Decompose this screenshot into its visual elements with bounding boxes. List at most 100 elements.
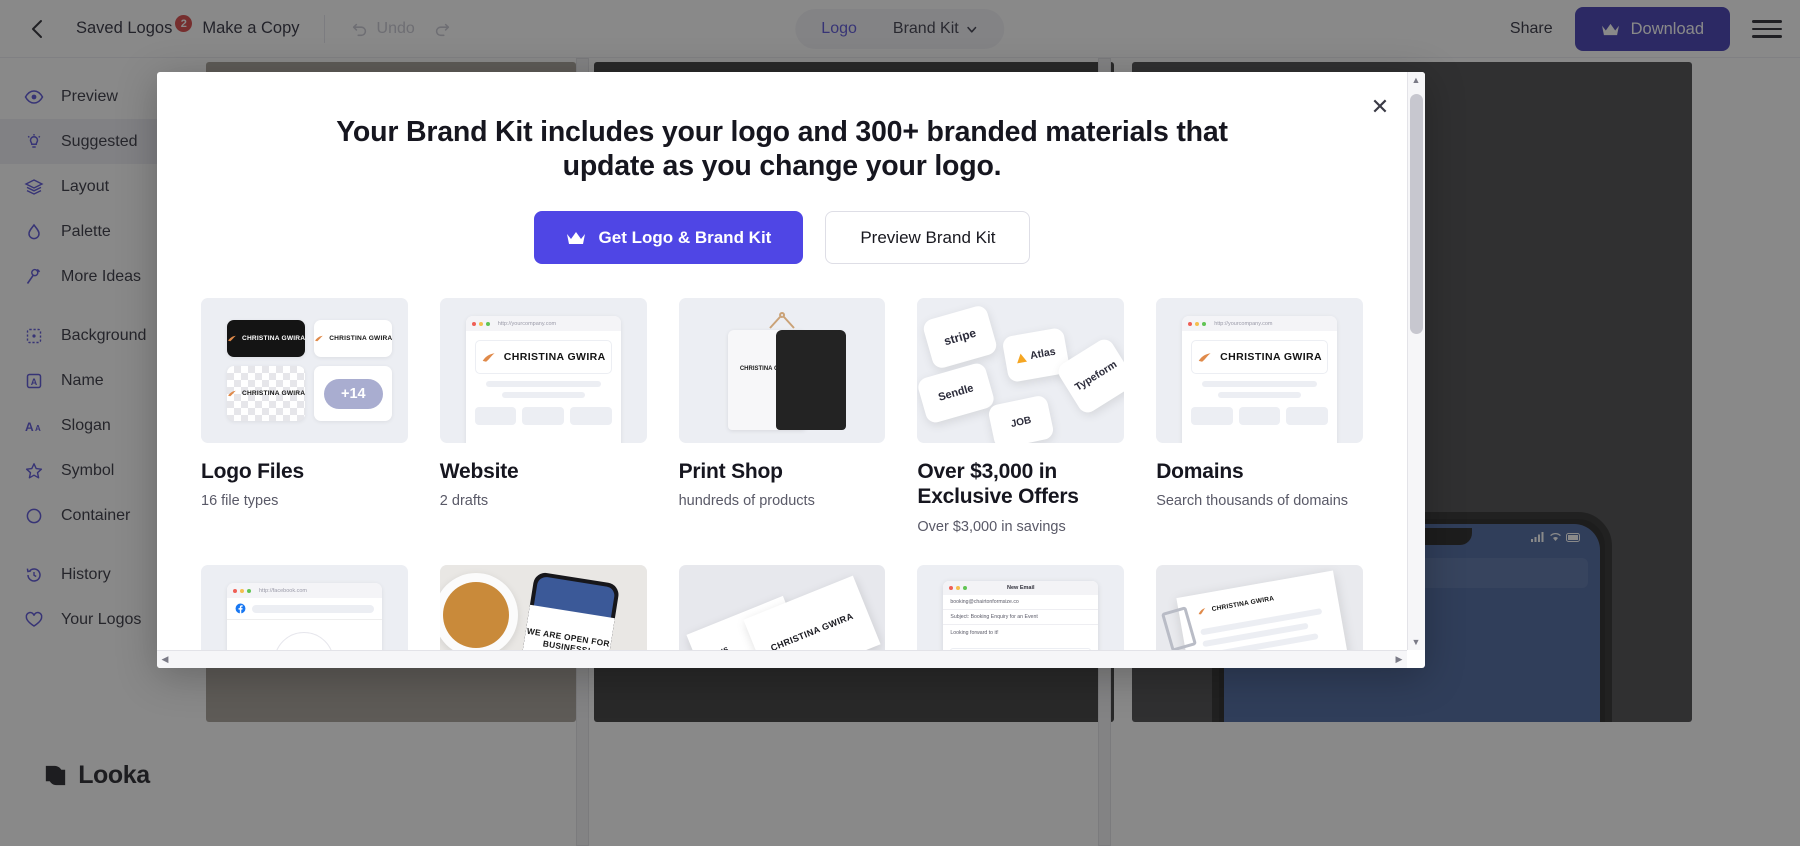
browser-mockup: http://yourcompany.com CHRISTINA GWIRA (1182, 316, 1337, 444)
card-thumbnail: WE ARE OPEN FOR BUSINESS! (439, 565, 647, 650)
placeholder-row (1191, 407, 1329, 426)
window-dot-yellow (1195, 321, 1200, 326)
brand-kit-modal: Your Brand Kit includes your logo and 30… (157, 72, 1425, 668)
modal-content: Your Brand Kit includes your logo and 30… (157, 72, 1407, 650)
partner-chip-job: JOB (987, 394, 1056, 444)
scroll-down-arrow[interactable]: ▼ (1407, 634, 1425, 650)
email-subject-field: Subject: Booking Enquiry for an Event (943, 610, 1099, 626)
logo-mark-icon (482, 353, 495, 362)
card-email-signature[interactable]: New Email booking@chairtonformsize.co Su… (917, 565, 1125, 650)
logo-mark-icon (228, 335, 236, 342)
card-exclusive-offers[interactable]: stripe Atlas Typeform Sendle JOB Over $3… (917, 298, 1125, 537)
email-to-field: booking@chairtonformsize.co (943, 595, 1099, 611)
window-dot-green (247, 588, 251, 593)
logo-wordmark: CHRISTINA GWIRA (503, 351, 606, 364)
scrollbar-thumb-vertical[interactable] (1410, 94, 1423, 334)
modal-scroll-area: Your Brand Kit includes your logo and 30… (157, 72, 1407, 650)
placeholder-line (485, 381, 601, 388)
business-card-front: CHRISTINA GWIRA (743, 575, 881, 650)
coffee-scene: WE ARE OPEN FOR BUSINESS! (439, 565, 647, 650)
facebook-icon (235, 603, 246, 614)
extra-count-badge: +14 (324, 378, 383, 409)
email-mockup: New Email booking@chairtonformsize.co Su… (943, 581, 1099, 650)
card-facebook-cover[interactable]: http://facebook.com christina gwira (201, 565, 408, 650)
domain-hero-logo: CHRISTINA GWIRA (1191, 340, 1328, 375)
logo-more-variants: +14 (314, 365, 393, 422)
card-title: Logo Files (201, 460, 305, 484)
card-letterhead[interactable]: CHRISTINA GWIRA (1156, 565, 1363, 650)
logo-mark-icon (1198, 608, 1206, 615)
logo-variant-transparent: CHRISTINA GWIRA (227, 365, 306, 422)
browser-mockup: http://yourcompany.com CHRISTINA GWIRA (465, 316, 621, 444)
crown-icon (566, 231, 585, 244)
logo-files-grid: CHRISTINA GWIRA CHRISTINA GWIRA CHRISTIN… (227, 320, 393, 422)
tshirt-black (775, 330, 846, 431)
card-subtitle: hundreds of products (678, 493, 815, 510)
placeholder-line (1202, 381, 1317, 388)
card-title: Domains (1156, 460, 1244, 484)
card-thumbnail: stripe Atlas Typeform Sendle JOB (917, 298, 1125, 444)
logo-wordmark: CHRISTINA GWIRA (329, 335, 393, 342)
preview-brand-kit-button[interactable]: Preview Brand Kit (825, 211, 1031, 265)
placeholder-line (1218, 392, 1301, 399)
card-subtitle: Search thousands of domains (1156, 493, 1349, 510)
browser-chrome: http://yourcompany.com (465, 316, 621, 332)
card-social-post[interactable]: WE ARE OPEN FOR BUSINESS! (439, 565, 647, 650)
coffee-cup (439, 573, 518, 650)
logo-mark-icon (228, 390, 236, 397)
card-thumbnail: http://yourcompany.com CHRISTINA GWIRA (439, 298, 647, 444)
partner-chips: stripe Atlas Typeform Sendle JOB (917, 298, 1125, 444)
brand-kit-cards-row-2: http://facebook.com christina gwira (201, 565, 1363, 650)
placeholder-line (252, 604, 374, 613)
logo-wordmark: CHRISTINA GWIRA (242, 335, 306, 342)
browser-chrome: http://yourcompany.com (1182, 316, 1337, 332)
logo-variant-light: CHRISTINA GWIRA (314, 320, 393, 357)
website-hero-logo: CHRISTINA GWIRA (474, 340, 612, 375)
card-thumbnail: CHRISTINA GWIRA CHRISTINA GWIRA CHRISTIN… (201, 298, 408, 444)
card-domains[interactable]: http://yourcompany.com CHRISTINA GWIRA D… (1156, 298, 1363, 537)
logo-wordmark: CHRISTINA GWIRA (1211, 595, 1275, 614)
card-thumbnail: CHRIS CHRISTINA GWIRA (678, 565, 886, 650)
card-thumbnail: CHRISTINA GWIRA (678, 298, 886, 444)
secondary-cta-label: Preview Brand Kit (860, 227, 996, 247)
phone-mockup: WE ARE OPEN FOR BUSINESS! (511, 571, 620, 650)
facebook-toolbar (227, 598, 382, 621)
window-dot-yellow (240, 588, 244, 593)
get-logo-brand-kit-button[interactable]: Get Logo & Brand Kit (533, 211, 804, 265)
close-icon[interactable]: ✕ (1367, 94, 1393, 120)
print-shop-art: CHRISTINA GWIRA (679, 298, 886, 443)
hanger-icon (769, 312, 795, 329)
partner-label: Atlas (1029, 345, 1057, 363)
browser-chrome: http://facebook.com (227, 583, 382, 599)
scroll-up-arrow[interactable]: ▲ (1407, 72, 1425, 88)
scroll-right-arrow[interactable]: ▶ (1391, 650, 1407, 668)
letterhead-sheet: CHRISTINA GWIRA (1176, 570, 1363, 650)
modal-vertical-scrollbar[interactable] (1407, 72, 1425, 650)
card-thumbnail: CHRISTINA GWIRA (1156, 565, 1363, 650)
cta-row: Get Logo & Brand Kit Preview Brand Kit (201, 211, 1363, 265)
window-dot-green (1202, 321, 1207, 326)
email-body: Looking forward to it! (950, 629, 999, 636)
card-logo-files[interactable]: CHRISTINA GWIRA CHRISTINA GWIRA CHRISTIN… (201, 298, 408, 537)
logo-mark-icon (1198, 353, 1211, 362)
window-dot-yellow (478, 321, 483, 326)
card-print-shop[interactable]: CHRISTINA GWIRA Print Shop hundreds of p… (678, 298, 886, 537)
card-thumbnail: New Email booking@chairtonformsize.co Su… (917, 565, 1125, 650)
scroll-left-arrow[interactable]: ◀ (157, 650, 173, 668)
card-subtitle: Over $3,000 in savings (917, 518, 1066, 535)
card-website[interactable]: http://yourcompany.com CHRISTINA GWIRA W… (439, 298, 647, 537)
card-business-cards[interactable]: CHRIS CHRISTINA GWIRA (678, 565, 886, 650)
profile-avatar: christina gwira (274, 632, 335, 650)
card-subtitle: 16 file types (201, 493, 279, 510)
card-thumbnail: http://facebook.com christina gwira (201, 565, 408, 650)
email-title: New Email (1007, 585, 1035, 592)
card-title: Print Shop (678, 460, 783, 484)
card-subtitle: 2 drafts (439, 493, 489, 510)
card-thumbnail: http://yourcompany.com CHRISTINA GWIRA (1156, 298, 1363, 444)
logo-wordmark: CHRISTINA GWIRA (1220, 351, 1323, 364)
placeholder-line (501, 392, 585, 399)
logo-wordmark: CHRISTINA GWIRA (768, 611, 855, 650)
email-header: New Email (943, 581, 1099, 596)
modal-horizontal-scrollbar[interactable] (157, 650, 1407, 668)
brand-kit-cards-row-1: CHRISTINA GWIRA CHRISTINA GWIRA CHRISTIN… (201, 298, 1363, 537)
